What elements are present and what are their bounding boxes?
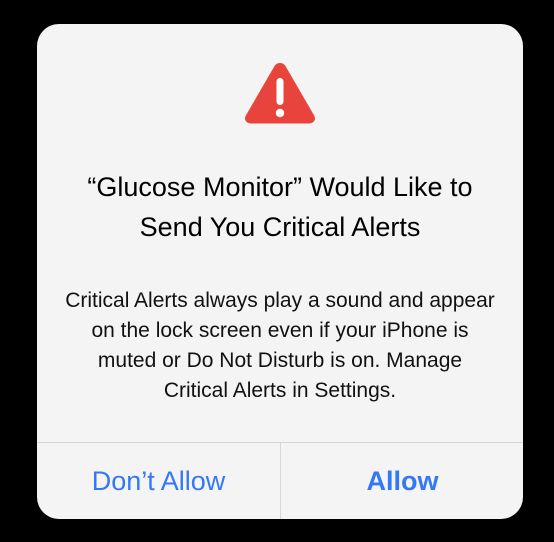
alert-message: Critical Alerts always play a sound and … xyxy=(65,289,495,402)
critical-alerts-permission-dialog: “Glucose Monitor” Would Like to Send You… xyxy=(37,24,523,519)
alert-icon-container xyxy=(37,60,523,124)
dont-allow-button[interactable]: Don’t Allow xyxy=(37,443,280,519)
alert-title: “Glucose Monitor” Would Like to Send You… xyxy=(87,172,473,242)
warning-triangle-icon xyxy=(245,63,315,124)
allow-button[interactable]: Allow xyxy=(281,443,523,519)
